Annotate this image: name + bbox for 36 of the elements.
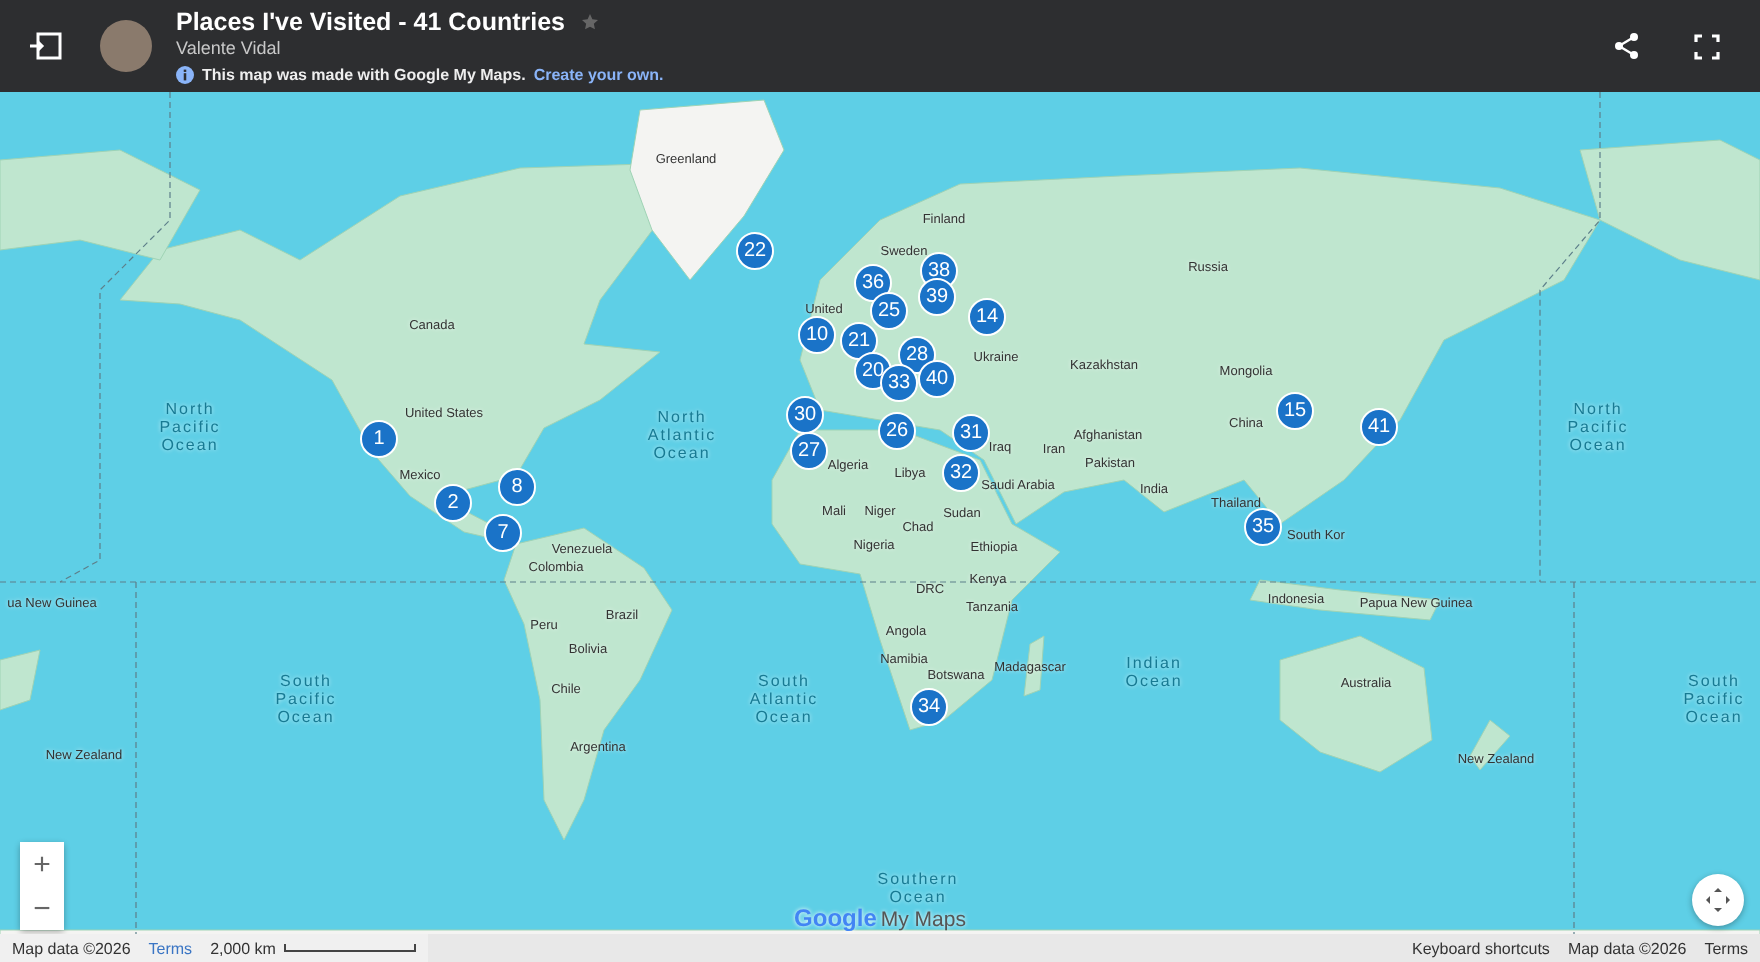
zoom-out-button[interactable]: − (20, 886, 64, 930)
footer-link[interactable]: Terms (1704, 939, 1748, 957)
ocean-label: North Pacific Ocean (1567, 400, 1629, 456)
ocean-label: Southern Ocean (877, 869, 959, 907)
scale-bar (283, 944, 416, 952)
star-icon[interactable] (581, 14, 597, 30)
zoom-in-button[interactable]: + (20, 842, 64, 886)
ocean-label: South Atlantic Ocean (749, 672, 819, 728)
terms-link[interactable]: Terms (148, 939, 193, 957)
info-icon (176, 66, 194, 84)
map-marker[interactable]: 22 (736, 232, 774, 270)
author-name: Valente Vidal (176, 38, 283, 58)
map-title: Places I've Visited - 41 Countries (176, 8, 565, 36)
map-marker[interactable]: 35 (1244, 508, 1282, 546)
ocean-label: Indian Ocean (1125, 653, 1183, 691)
map-marker[interactable]: 10 (798, 316, 836, 354)
move-icon (1704, 886, 1732, 914)
create-link[interactable]: Create your own. (533, 66, 664, 84)
logo-brand: Google (794, 904, 877, 932)
scale-label: 2,000 km (210, 939, 276, 957)
map-marker[interactable]: 7 (484, 514, 522, 552)
footer-link[interactable]: Map data ©2026 (1567, 939, 1687, 957)
notice-text: This map was made with Google My Maps. (202, 66, 526, 84)
map-data-text: Map data ©2026 (12, 939, 131, 957)
logo-product: My Maps (880, 908, 966, 932)
map-marker[interactable]: 8 (498, 468, 536, 506)
map-marker[interactable]: 30 (786, 396, 824, 434)
ocean-label: North Atlantic Ocean (647, 408, 717, 464)
ocean-label: North Pacific Ocean (159, 400, 221, 456)
footer-link[interactable]: Keyboard shortcuts (1412, 939, 1550, 957)
fullscreen-icon[interactable] (1688, 28, 1724, 64)
ocean-label: South Pacific Ocean (1683, 672, 1745, 728)
sidebar-toggle-icon[interactable] (28, 28, 64, 64)
avatar (100, 20, 152, 72)
locate-button[interactable] (1692, 874, 1744, 926)
ocean-label: South Pacific Ocean (275, 672, 337, 728)
